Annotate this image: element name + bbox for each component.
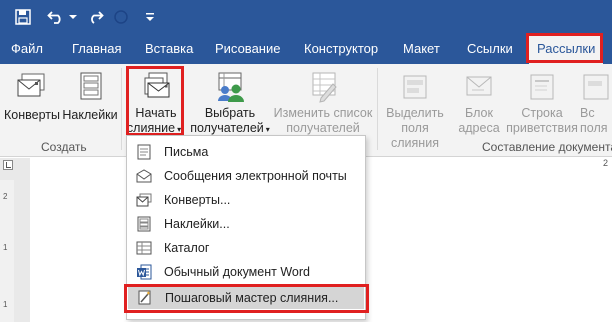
envelope-icon — [135, 191, 153, 208]
labels-button[interactable]: Наклейки — [60, 70, 120, 123]
menu-item-label: Сообщения электронной почты — [164, 168, 347, 183]
envelopes-button[interactable]: Конверты — [4, 70, 60, 123]
undo-icon[interactable] — [45, 0, 67, 33]
directory-icon — [135, 239, 153, 256]
menu-item-labels[interactable]: Наклейки... — [127, 212, 365, 235]
tab-file[interactable]: Файл — [11, 33, 43, 64]
tab-draw[interactable]: Рисование — [215, 33, 280, 64]
group-separator — [121, 68, 122, 150]
address-block-label-line1: Блок — [465, 106, 493, 120]
ruler-number: 2 — [3, 192, 8, 201]
tab-home[interactable]: Главная — [72, 33, 121, 64]
edit-list-label-line1: Изменить список — [273, 106, 373, 120]
start-mail-merge-menu: Письма Сообщения электронной почты Конве… — [126, 135, 366, 320]
tab-references[interactable]: Ссылки — [467, 33, 513, 64]
tab-layout[interactable]: Макет — [403, 33, 440, 64]
select-recipients-button[interactable]: Выбрать получателей ▾ — [187, 70, 273, 137]
highlight-fields-label-line2: поля слияния — [391, 121, 439, 150]
labels-icon — [135, 215, 153, 232]
highlight-merge-fields-button[interactable]: Выделить поля слияния — [380, 70, 450, 151]
menu-item-envelopes[interactable]: Конверты... — [127, 188, 365, 211]
tab-design[interactable]: Конструктор — [304, 33, 378, 64]
tab-mailings[interactable]: Рассылки — [529, 35, 604, 64]
ribbon-tabs: Файл Главная Вставка Рисование Конструкт… — [0, 33, 612, 64]
address-block-icon — [466, 76, 492, 96]
chevron-down-icon: ▾ — [265, 125, 270, 134]
address-block-label-line2: адреса — [458, 121, 500, 135]
menu-item-email-messages[interactable]: Сообщения электронной почты — [127, 164, 365, 187]
labels-label: Наклейки — [62, 108, 118, 122]
menu-item-label: Наклейки... — [164, 216, 230, 231]
redo-icon[interactable] — [86, 0, 106, 33]
group-compose-label: Составление документа — [482, 140, 612, 154]
greeting-line-label-line1: Строка — [521, 106, 563, 120]
recipients-icon — [218, 72, 244, 102]
highlight-fields-label-line1: Выделить — [386, 106, 444, 120]
address-block-button[interactable]: Блок адреса — [452, 70, 506, 136]
insert-field-icon — [583, 74, 609, 100]
save-icon[interactable] — [12, 0, 34, 33]
greeting-line-label-line2: приветствия — [506, 121, 578, 135]
select-recipients-label-line2: получателей — [190, 121, 264, 135]
touch-mode-icon[interactable] — [113, 0, 129, 33]
word-document-icon — [135, 263, 153, 280]
menu-item-normal-word-document[interactable]: Обычный документ Word — [127, 260, 365, 283]
tab-insert[interactable]: Вставка — [145, 33, 193, 64]
envelopes-label: Конверты — [4, 108, 60, 122]
insert-merge-field-button[interactable]: Вс поля — [580, 70, 612, 136]
vertical-ruler[interactable]: 2 1 1 — [0, 180, 14, 322]
start-merge-label-line2: слияние — [126, 121, 176, 135]
labels-icon — [80, 72, 102, 100]
menu-item-label: Пошаговый мастер слияния... — [165, 290, 339, 305]
edit-list-icon — [312, 72, 337, 103]
menu-item-step-by-step-wizard[interactable]: Пошаговый мастер слияния... — [128, 286, 364, 309]
customize-icon[interactable] — [144, 0, 156, 33]
mail-merge-icon — [144, 72, 170, 98]
menu-item-label: Конверты... — [164, 192, 231, 207]
edit-recipient-list-button[interactable]: Изменить список получателей — [271, 70, 375, 136]
envelope-icon — [17, 73, 45, 97]
menu-item-label: Письма — [164, 144, 209, 159]
group-create-label: Создать — [41, 140, 87, 154]
menu-item-letters[interactable]: Письма — [127, 140, 365, 163]
insert-field-label-line1: Вс — [580, 106, 595, 120]
insert-field-label-line2: поля — [580, 121, 608, 135]
start-merge-label-line1: Начать — [135, 106, 177, 120]
greeting-line-button[interactable]: Строка приветствия — [504, 70, 580, 136]
select-recipients-label-line1: Выбрать — [204, 106, 256, 120]
highlight-fields-icon — [403, 75, 427, 99]
greeting-line-icon — [530, 74, 554, 100]
edit-list-label-line2: получателей — [286, 121, 360, 135]
chevron-down-icon: ▾ — [177, 125, 182, 134]
email-icon — [135, 167, 153, 184]
start-mail-merge-button[interactable]: Начать слияние ▾ — [126, 70, 184, 137]
ruler-number: 1 — [3, 243, 8, 252]
wizard-icon — [136, 289, 154, 306]
tab-selector-icon[interactable] — [3, 160, 13, 170]
letter-icon — [135, 143, 153, 160]
menu-item-directory[interactable]: Каталог — [127, 236, 365, 259]
title-bar — [0, 0, 612, 33]
menu-item-label: Обычный документ Word — [164, 264, 310, 279]
ruler-number: 2 — [603, 158, 609, 168]
group-separator — [377, 68, 378, 150]
undo-dropdown-arrow-icon[interactable] — [68, 0, 78, 33]
ruler-number: 1 — [3, 300, 8, 309]
menu-item-label: Каталог — [164, 240, 210, 255]
